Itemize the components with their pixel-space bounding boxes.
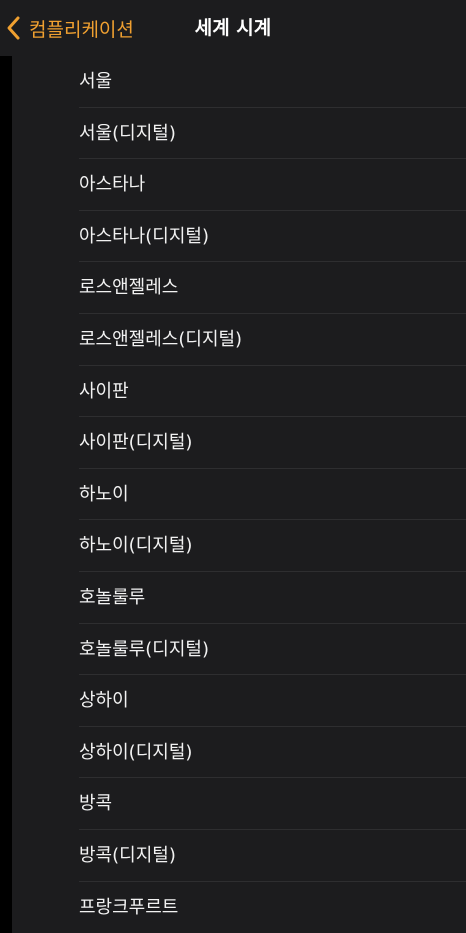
list-item-label: 호놀룰루 [79,586,146,608]
back-button[interactable]: 컴플리케이션 [4,14,134,42]
list-item[interactable]: 호놀룰루 [12,572,466,624]
list-item-label: 서울(디지털) [79,122,176,144]
list-item-label: 사이판(디지털) [79,432,193,454]
list-item[interactable]: 프랑크푸르트 [12,882,466,933]
list-item[interactable]: 방콕(디지털) [12,830,466,882]
navigation-bar: 컴플리케이션 세계 시계 [0,0,466,57]
chevron-left-icon [7,16,20,40]
list-item-label: 상하이(디지털) [79,741,193,763]
list-item-label: 로스앤젤레스 [79,277,179,299]
list-item-label: 프랑크푸르트 [79,896,179,918]
list-item-label: 방콕 [79,793,113,815]
list-item-label: 하노이(디지털) [79,535,193,557]
world-clock-city-list: 서울 서울(디지털) 아스타나 아스타나(디지털) 로스앤젤레스 로스앤젤레스(… [12,56,466,933]
list-item-label: 로스앤젤레스(디지털) [79,328,243,350]
list-item[interactable]: 하노이 [12,469,466,521]
list-item[interactable]: 로스앤젤레스(디지털) [12,314,466,366]
list-item[interactable]: 서울(디지털) [12,108,466,160]
list-item-label: 아스타나 [79,174,146,196]
list-item-label: 아스타나(디지털) [79,225,209,247]
list-item[interactable]: 상하이(디지털) [12,727,466,779]
list-item[interactable]: 방콕 [12,778,466,830]
list-item[interactable]: 상하이 [12,675,466,727]
left-edge-strip [0,56,12,933]
list-item[interactable]: 사이판(디지털) [12,417,466,469]
list-item-label: 사이판 [79,380,129,402]
list-item-label: 방콕(디지털) [79,844,176,866]
list-item[interactable]: 아스타나(디지털) [12,211,466,263]
list-item-label: 상하이 [79,690,129,712]
list-item[interactable]: 하노이(디지털) [12,520,466,572]
list-item[interactable]: 아스타나 [12,159,466,211]
list-item-label: 서울 [79,71,113,92]
list-item[interactable]: 서울 [12,56,466,108]
list-item-label: 호놀룰루(디지털) [79,638,209,660]
list-item[interactable]: 로스앤젤레스 [12,262,466,314]
list-item[interactable]: 호놀룰루(디지털) [12,624,466,676]
list-item[interactable]: 사이판 [12,366,466,418]
back-button-label: 컴플리케이션 [29,18,134,41]
list-item-label: 하노이 [79,483,129,505]
